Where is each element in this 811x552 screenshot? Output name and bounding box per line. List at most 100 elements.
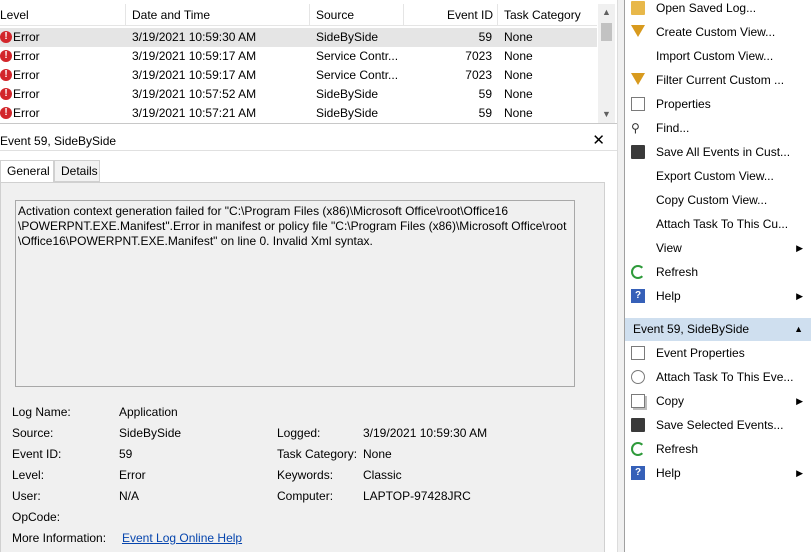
action-label: Open Saved Log... [656,1,757,15]
action-label: Save Selected Events... [656,418,784,432]
event-message-box[interactable]: Activation context generation failed for… [15,200,575,387]
date-time-cell: 3/19/2021 10:59:30 AM [132,30,257,44]
task-category-cell: None [504,30,533,44]
action-open-saved-log[interactable]: Open Saved Log... [625,0,811,20]
action-label: Attach Task To This Cu... [656,217,789,231]
level-cell: Error [13,87,40,101]
event-id-cell: 59 [478,30,492,44]
action-event-properties[interactable]: Event Properties [625,341,811,365]
keywords-label: Keywords: [277,468,334,482]
computer-value: LAPTOP-97428JRC [363,489,471,503]
save-icon [631,418,645,432]
action-save-selected-events[interactable]: Save Selected Events... [625,413,811,437]
blank-icon [631,169,645,183]
action-help[interactable]: ? Help ▶ [625,461,811,485]
event-id-cell: 59 [478,87,492,101]
event-list-scrollbar[interactable]: ▲ ▼ [598,4,615,123]
action-find[interactable]: ⚲ Find... [625,116,811,140]
close-icon[interactable]: ✕ [592,131,605,151]
blank-icon [631,193,645,207]
action-help[interactable]: ? Help ▶ [625,284,811,308]
action-refresh[interactable]: Refresh [625,437,811,461]
action-create-custom-view[interactable]: Create Custom View... [625,20,811,44]
blank-icon [631,49,645,63]
event-id-value: 59 [119,447,133,461]
table-row[interactable]: ! Error 3/19/2021 10:57:52 AM SideBySide 59 N… [0,85,597,104]
column-header-level[interactable]: Level [0,4,126,26]
action-attach-task-to-this-eve[interactable]: Attach Task To This Eve... [625,365,811,389]
action-label: Refresh [656,265,699,279]
task-category-value: None [363,447,392,461]
blank-icon [631,217,645,231]
submenu-arrow-icon: ▶ [796,243,803,253]
tab-details[interactable]: Details [54,160,100,182]
binoculars-icon: ⚲ [631,121,640,135]
event-log-online-help-link[interactable]: Event Log Online Help [122,530,242,546]
table-row[interactable]: ! Error 3/19/2021 10:59:17 AM Service Contr… [0,66,597,85]
event-id-cell: 59 [478,106,492,120]
column-header-date-time[interactable]: Date and Time [126,4,310,26]
action-label: Attach Task To This Eve... [656,370,794,384]
action-copy-custom-view[interactable]: Copy Custom View... [625,188,811,212]
action-copy[interactable]: Copy ▶ [625,389,811,413]
action-label: Refresh [656,442,699,456]
source-cell: SideBySide [316,30,379,44]
event-id-cell: 7023 [465,49,492,63]
keywords-value: Classic [363,468,402,482]
action-attach-task-to-this-cu[interactable]: Attach Task To This Cu... [625,212,811,236]
level-cell: Error [13,30,40,44]
event-detail-title-bar: Event 59, SideBySide ✕ [0,131,617,151]
user-value: N/A [119,489,140,503]
action-label: Create Custom View... [656,25,776,39]
table-row[interactable]: ! Error 3/19/2021 10:59:30 AM SideBySide 59 N… [0,28,597,47]
filter-icon [631,73,645,85]
error-icon: ! [0,69,12,81]
date-time-cell: 3/19/2021 10:59:17 AM [132,49,257,63]
document-icon [631,346,645,360]
source-label: Source: [12,426,54,440]
submenu-arrow-icon: ▶ [796,468,803,478]
level-cell: Error [13,106,40,120]
action-label: View [656,241,682,255]
action-label: Copy Custom View... [656,193,768,207]
collapse-icon[interactable]: ▲ [794,318,803,341]
action-import-custom-view[interactable]: Import Custom View... [625,44,811,68]
help-icon: ? [631,289,645,303]
pane-splitter[interactable] [617,0,624,552]
column-header-source[interactable]: Source [310,4,404,26]
copy-icon [631,394,645,408]
table-row[interactable]: ! Error 3/19/2021 10:57:21 AM SideBySide 59 N… [0,104,597,123]
submenu-arrow-icon: ▶ [796,291,803,301]
action-label: Export Custom View... [656,169,774,183]
computer-label: Computer: [277,489,334,503]
logged-label: Logged: [277,426,321,440]
action-properties[interactable]: Properties [625,92,811,116]
column-header-task-category[interactable]: Task Category [498,4,597,26]
scrollbar-thumb[interactable] [601,23,612,41]
column-header-event-id[interactable]: Event ID [404,4,498,26]
action-refresh[interactable]: Refresh [625,260,811,284]
scroll-up-icon[interactable]: ▲ [598,4,615,21]
user-label: User: [12,489,41,503]
level-cell: Error [13,68,40,82]
action-filter-current-custom[interactable]: Filter Current Custom ... [625,68,811,92]
source-value: SideBySide [119,426,182,440]
action-view[interactable]: View ▶ [625,236,811,260]
log-name-label: Log Name: [12,405,71,419]
task-category-label: Task Category: [277,447,358,461]
action-save-all-events-in-cust[interactable]: Save All Events in Cust... [625,140,811,164]
level-label: Level: [12,468,45,482]
event-id-cell: 7023 [465,68,492,82]
log-name-value: Application [119,405,178,419]
general-panel: Activation context generation failed for… [0,182,605,552]
table-row[interactable]: ! Error 3/19/2021 10:59:17 AM Service Contr… [0,47,597,66]
action-label: Help [656,289,681,303]
error-icon: ! [0,88,12,100]
date-time-cell: 3/19/2021 10:57:21 AM [132,106,257,120]
tab-general[interactable]: General [0,160,54,183]
error-icon: ! [0,31,12,43]
event-actions-header-label: Event 59, SideBySide [633,322,750,336]
action-export-custom-view[interactable]: Export Custom View... [625,164,811,188]
event-actions-header[interactable]: Event 59, SideBySide ▲ [625,318,811,341]
scroll-down-icon[interactable]: ▼ [598,106,615,123]
